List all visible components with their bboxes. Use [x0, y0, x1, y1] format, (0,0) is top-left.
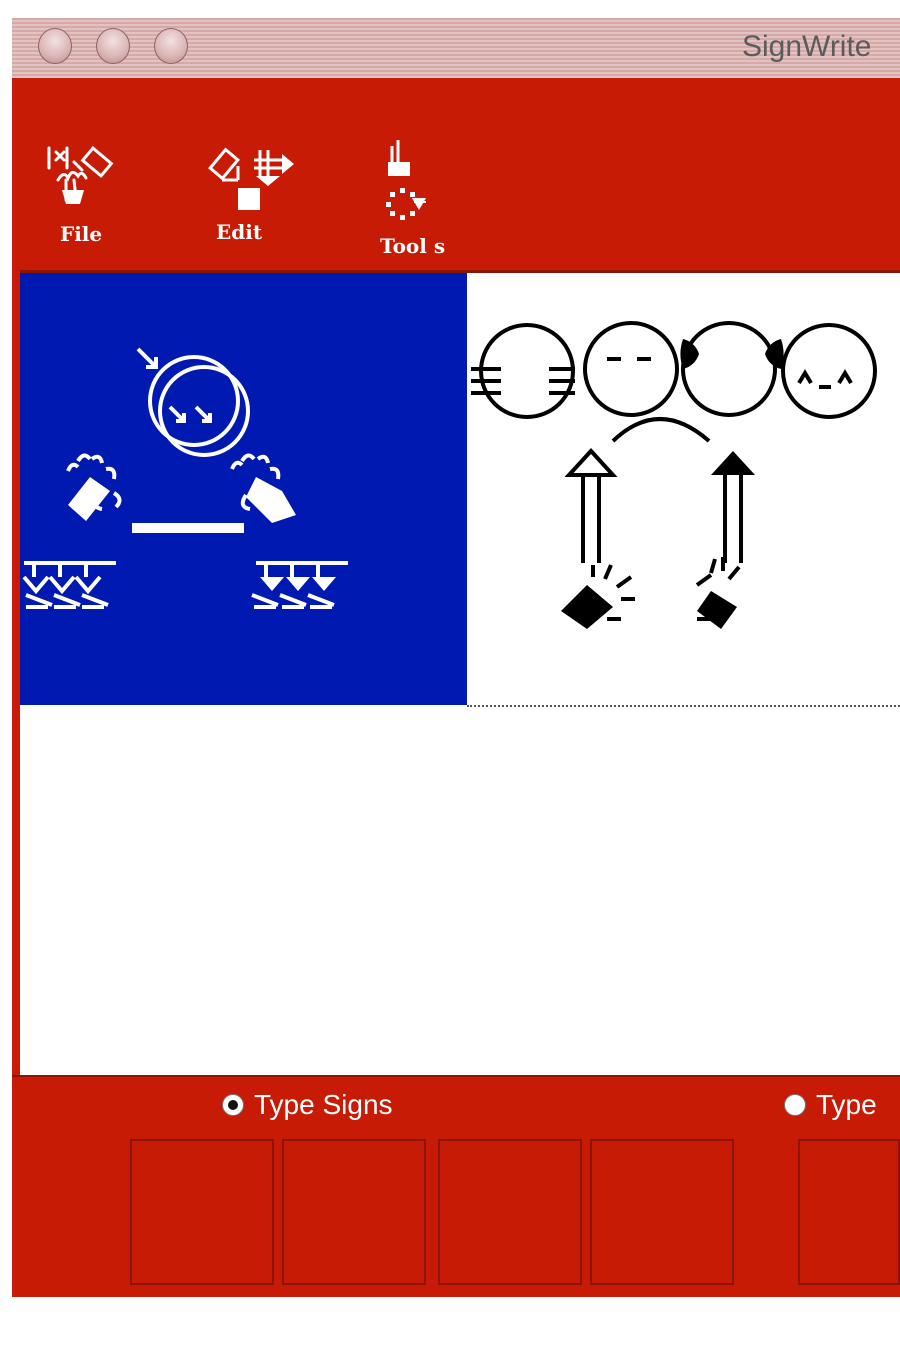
tools-label: Tool s	[380, 234, 446, 258]
sign-cell[interactable]	[467, 273, 900, 705]
edit-label: Edit	[216, 220, 263, 244]
sign-cell-selected[interactable]	[20, 273, 467, 705]
toolbar: File Edit Tool s	[12, 78, 900, 273]
palette-slots	[12, 1133, 900, 1293]
tools-icon	[386, 140, 426, 220]
minimize-window-button[interactable]	[96, 28, 130, 64]
sign-canvas[interactable]	[20, 273, 900, 1078]
tools-menu-button[interactable]: Tool s	[374, 138, 474, 258]
file-label: File	[60, 222, 103, 246]
palette-slot[interactable]	[130, 1139, 274, 1285]
type-label: Type	[816, 1089, 877, 1120]
window-title: SignWrite	[742, 30, 872, 63]
type-signs-label: Type Signs	[254, 1089, 393, 1120]
symbol-palette-bar: Type Signs Type	[12, 1075, 900, 1299]
radio-dot-unselected[interactable]	[784, 1094, 806, 1116]
close-window-button[interactable]	[38, 28, 72, 64]
file-menu-button[interactable]: File	[40, 140, 130, 250]
radio-type-signs[interactable]: Type Signs	[222, 1089, 393, 1121]
radio-dot-selected[interactable]	[222, 1094, 244, 1116]
palette-slot[interactable]	[438, 1139, 582, 1285]
zoom-window-button[interactable]	[154, 28, 188, 64]
sign-separator	[467, 705, 900, 707]
sign-symbols-white	[471, 321, 877, 629]
palette-slot[interactable]	[282, 1139, 426, 1285]
palette-slot[interactable]	[590, 1139, 734, 1285]
edit-hand-icon	[208, 147, 294, 210]
left-edge	[12, 270, 20, 1078]
title-bar[interactable]: SignWrite	[12, 18, 900, 79]
file-hand-icon	[47, 146, 114, 204]
edit-menu-button[interactable]: Edit	[202, 138, 302, 248]
status-bar	[12, 1297, 900, 1356]
radio-type[interactable]: Type	[784, 1089, 877, 1121]
palette-slot[interactable]	[798, 1139, 900, 1285]
sign-symbols-blue	[22, 347, 348, 609]
app-window: SignWrite File Edit Tool s Type Signs Ty…	[12, 18, 900, 1356]
